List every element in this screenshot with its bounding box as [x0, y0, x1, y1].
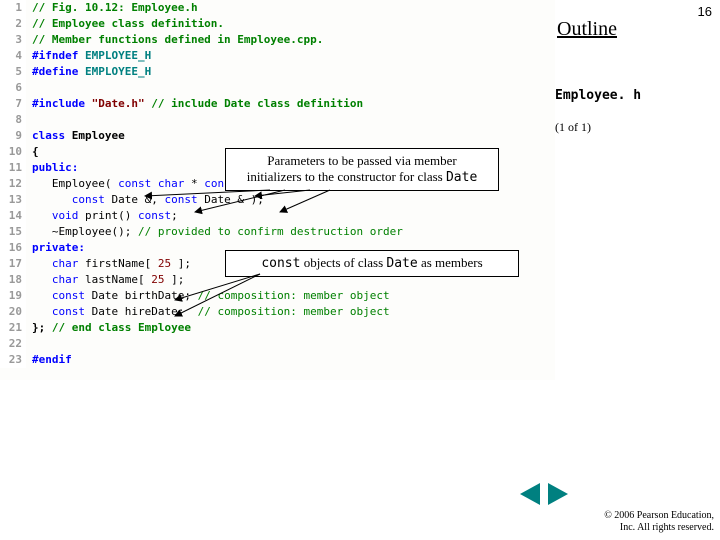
code-line: 14 void print() const;	[0, 208, 555, 224]
code-line: 6	[0, 80, 555, 96]
code-line: 4#ifndef EMPLOYEE_H	[0, 48, 555, 64]
code-line: 19 const Date birthDate; // composition:…	[0, 288, 555, 304]
prev-button[interactable]	[520, 483, 540, 505]
callout-text: Parameters to be passed via member	[267, 153, 457, 168]
code-line: 20 const Date hireDate; // composition: …	[0, 304, 555, 320]
code-line: 22	[0, 336, 555, 352]
nav-buttons	[518, 483, 570, 510]
callout-const-members: const objects of class Date as members	[225, 250, 519, 277]
code-line: 21}; // end class Employee	[0, 320, 555, 336]
copyright: © 2006 Pearson Education, Inc. All right…	[604, 510, 714, 534]
copyright-line: Inc. All rights reserved.	[620, 522, 714, 533]
copyright-line: © 2006 Pearson Education,	[604, 510, 714, 521]
page-number: 16	[698, 4, 712, 19]
page-label: (1 of 1)	[555, 120, 591, 135]
callout-parameters: Parameters to be passed via member initi…	[225, 148, 499, 191]
right-column: 16 Outline Employee. h (1 of 1)	[555, 0, 720, 540]
code-line: 13 const Date &, const Date & );	[0, 192, 555, 208]
code-line: 5#define EMPLOYEE_H	[0, 64, 555, 80]
slide: 1// Fig. 10.12: Employee.h 2// Employee …	[0, 0, 720, 540]
code-line: 7#include "Date.h" // include Date class…	[0, 96, 555, 112]
code-line: 3// Member functions defined in Employee…	[0, 32, 555, 48]
next-button[interactable]	[548, 483, 568, 505]
callout-text: as members	[418, 255, 483, 270]
callout-text: const	[261, 256, 300, 271]
file-label: Employee. h	[555, 88, 641, 103]
code-line: 9class Employee	[0, 128, 555, 144]
code-line: 23#endif	[0, 352, 555, 368]
callout-text: objects of class	[300, 255, 386, 270]
code-line: 2// Employee class definition.	[0, 16, 555, 32]
code-line: 1// Fig. 10.12: Employee.h	[0, 0, 555, 16]
code-line: 8	[0, 112, 555, 128]
callout-text: Date	[446, 170, 477, 185]
code-line: 15 ~Employee(); // provided to confirm d…	[0, 224, 555, 240]
outline-heading: Outline	[557, 18, 617, 41]
callout-text: initializers to the constructor for clas…	[247, 169, 446, 184]
callout-text: Date	[386, 256, 417, 271]
